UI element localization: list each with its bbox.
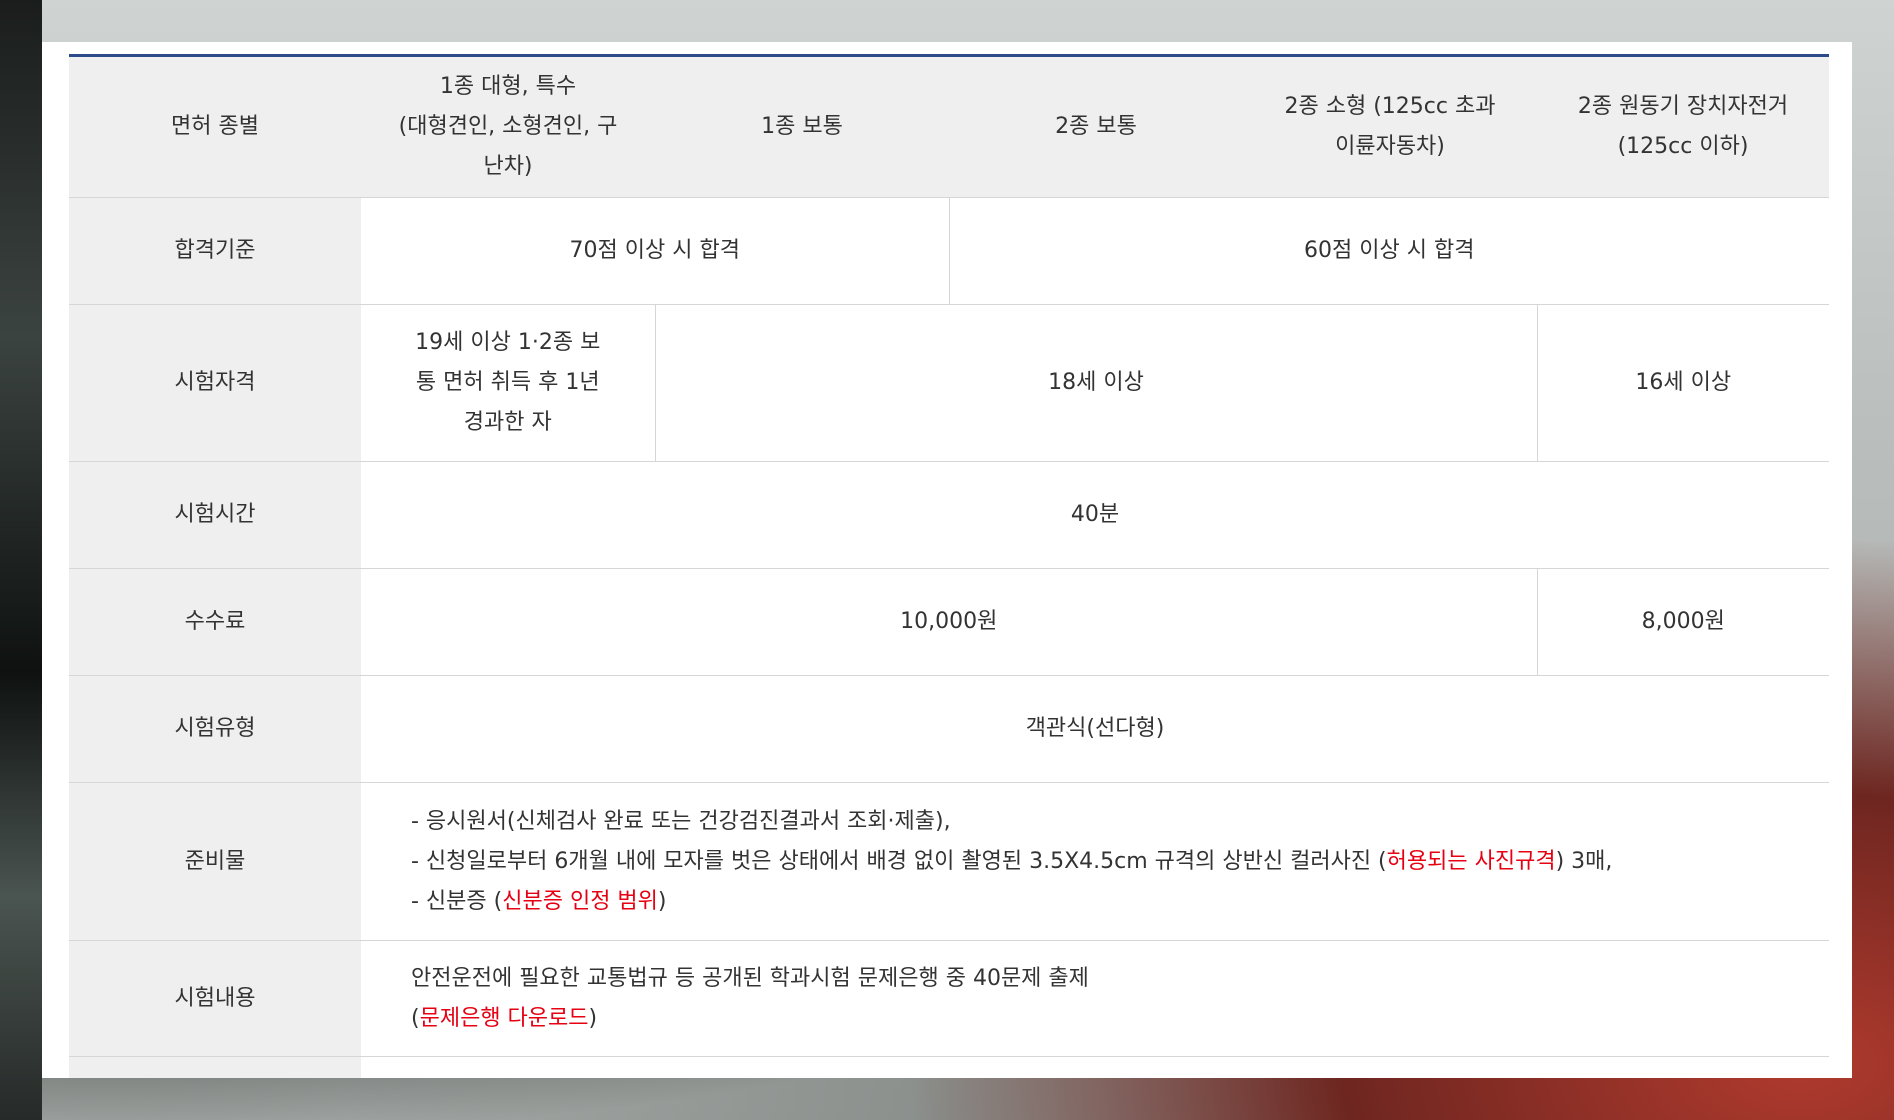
row-label: 준비물 — [69, 782, 361, 941]
row-label: 수수료 — [69, 568, 361, 676]
id-scope-link[interactable]: 신분증 인정 범위 — [502, 889, 658, 914]
row-label: 시험내용 — [69, 940, 361, 1057]
table-row-test-time: 시험시간 40분 — [69, 461, 1829, 569]
header-class2-small: 2종 소형 (125cc 초과 이륜자동차) — [1243, 55, 1537, 198]
eligibility-18: 18세 이상 — [654, 304, 1537, 462]
header-class1-normal: 1종 보통 — [655, 55, 949, 198]
test-time-value: 40분 — [361, 461, 1829, 569]
table-row-cutoff — [69, 1056, 1829, 1078]
content-panel: 면허 종별 1종 대형, 특수 (대형견인, 소형견인, 구 난차) 1종 보통… — [42, 42, 1852, 1078]
eligibility-16: 16세 이상 — [1536, 304, 1829, 462]
row-label: 시험시간 — [69, 461, 361, 569]
prep-item-application: - 응시원서(신체검사 완료 또는 건강검진결과서 조회·제출), — [411, 808, 951, 834]
prep-item-id: - 신분증 (신분증 인정 범위) — [411, 888, 667, 914]
row-label: 시험유형 — [69, 675, 361, 783]
question-bank-download-link[interactable]: 문제은행 다운로드 — [420, 1006, 589, 1031]
header-class2-moped: 2종 원동기 장치자전거 (125cc 이하) — [1537, 55, 1829, 198]
header-class2-normal: 2종 보통 — [949, 55, 1243, 198]
preparation-list: - 응시원서(신체검사 완료 또는 건강검진결과서 조회·제출), - 신청일로… — [361, 782, 1829, 941]
eligibility-class1-large: 19세 이상 1·2종 보 통 면허 취득 후 1년 경과한 자 — [361, 304, 655, 462]
fee-general: 10,000원 — [361, 568, 1537, 676]
table-row-test-content: 시험내용 안전운전에 필요한 교통법규 등 공개된 학과시험 문제은행 중 40… — [69, 940, 1829, 1057]
test-type-value: 객관식(선다형) — [361, 675, 1829, 783]
row-label: 시험자격 — [69, 304, 361, 462]
row-label: 합격기준 — [69, 197, 361, 305]
table-row-test-type: 시험유형 객관식(선다형) — [69, 675, 1829, 783]
fee-moped: 8,000원 — [1536, 568, 1829, 676]
license-test-info-table: 면허 종별 1종 대형, 특수 (대형견인, 소형견인, 구 난차) 1종 보통… — [69, 54, 1829, 1078]
background-photo-edge — [0, 0, 42, 1120]
prep-item-photo: - 신청일로부터 6개월 내에 모자를 벗은 상태에서 배경 없이 촬영된 3.… — [411, 848, 1613, 874]
header-label: 면허 종별 — [69, 55, 361, 198]
table-row-fee: 수수료 10,000원 8,000원 — [69, 568, 1829, 676]
test-content-value: 안전운전에 필요한 교통법규 등 공개된 학과시험 문제은행 중 40문제 출제… — [361, 940, 1829, 1057]
table-row-pass-criteria: 합격기준 70점 이상 시 합격 60점 이상 시 합격 — [69, 197, 1829, 305]
header-class1-large: 1종 대형, 특수 (대형견인, 소형견인, 구 난차) — [361, 55, 655, 198]
pass-criteria-70: 70점 이상 시 합격 — [361, 197, 949, 305]
table-row-preparation: 준비물 - 응시원서(신체검사 완료 또는 건강검진결과서 조회·제출), - … — [69, 782, 1829, 941]
table-row-eligibility: 시험자격 19세 이상 1·2종 보 통 면허 취득 후 1년 경과한 자 18… — [69, 304, 1829, 462]
pass-criteria-60: 60점 이상 시 합격 — [948, 197, 1829, 305]
header-row: 면허 종별 1종 대형, 특수 (대형견인, 소형견인, 구 난차) 1종 보통… — [69, 55, 1829, 198]
photo-spec-link[interactable]: 허용되는 사진규격 — [1387, 849, 1556, 874]
